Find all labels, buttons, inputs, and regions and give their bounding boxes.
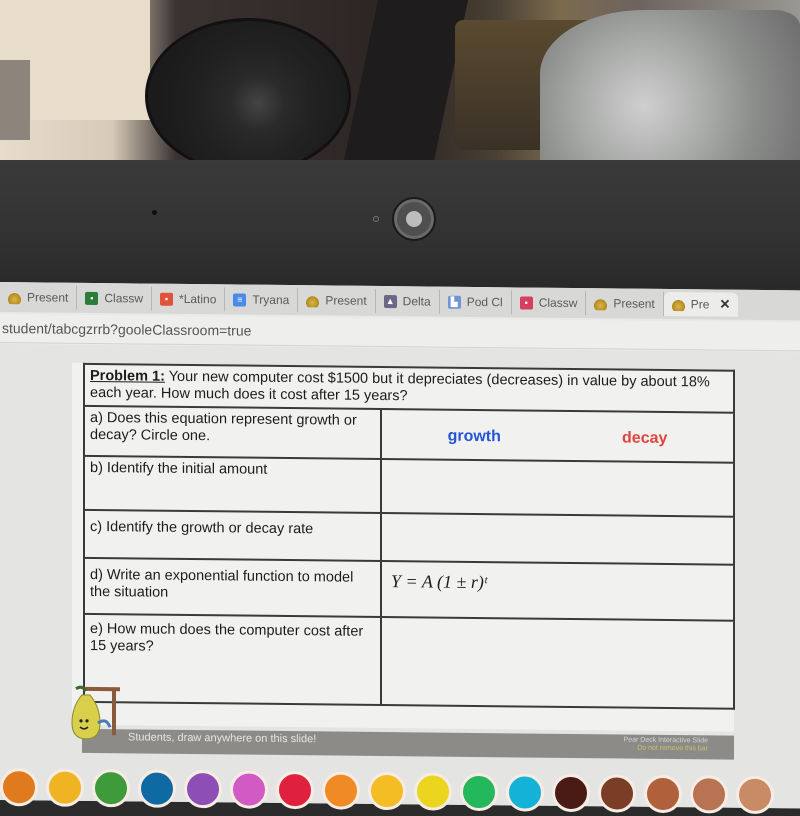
pear-deck-icon: [306, 293, 320, 307]
desk-fan: [145, 18, 351, 170]
answer-d[interactable]: Y = A (1 ± r)ᵗ: [381, 560, 734, 621]
draw-prompt: Students, draw anywhere on this slide!: [128, 731, 317, 746]
color-swatch[interactable]: [506, 773, 544, 812]
color-swatch[interactable]: [230, 770, 268, 809]
problem-text: Your new computer cost $1500 but it depr…: [90, 368, 710, 405]
tab-classwork-1[interactable]: ▪ Classw: [77, 285, 153, 311]
pear-deck-icon: [671, 297, 685, 311]
room-background-photo: [0, 0, 800, 170]
color-swatch[interactable]: [644, 774, 682, 814]
question-c: c) Identify the growth or decay rate: [84, 509, 381, 561]
tab-label: Delta: [402, 294, 431, 309]
pear-deck-icon: [594, 296, 608, 310]
question-a: a) Does this equation represent growth o…: [84, 405, 381, 459]
growth-choice[interactable]: growth: [448, 428, 501, 446]
color-swatch[interactable]: [736, 775, 774, 815]
google-docs-icon: ≡: [233, 292, 247, 307]
tab-label: Pre: [690, 297, 710, 312]
laptop-bezel: [0, 160, 800, 288]
camera-led: [373, 216, 379, 222]
decay-choice[interactable]: decay: [622, 430, 667, 447]
pear-deck-icon: [8, 290, 21, 304]
table-row: b) Identify the initial amount: [84, 455, 734, 517]
color-swatch[interactable]: [460, 772, 498, 812]
answer-c[interactable]: [381, 512, 734, 565]
table-row: e) How much does the computer cost after…: [84, 613, 734, 709]
pear-deck-slide-area[interactable]: Problem 1: Your new computer cost $1500 …: [0, 344, 800, 815]
problem-row: Problem 1: Your new computer cost $1500 …: [84, 363, 734, 413]
color-swatch[interactable]: [0, 768, 38, 807]
color-swatch[interactable]: [690, 775, 728, 814]
color-swatch[interactable]: [46, 768, 84, 807]
tab-present-active[interactable]: Pre ✕: [663, 291, 739, 317]
google-classroom-icon: ▪: [160, 292, 174, 306]
webcam-icon: [392, 197, 436, 241]
table-row: a) Does this equation represent growth o…: [84, 405, 734, 463]
worksheet-slide[interactable]: Problem 1: Your new computer cost $1500 …: [71, 362, 735, 760]
color-swatch[interactable]: [552, 773, 590, 813]
exponential-formula: Y = A (1 ± r)ᵗ: [391, 571, 487, 593]
tab-label: Tryana: [252, 292, 290, 308]
answer-a[interactable]: growth decay: [381, 408, 734, 463]
tab-label: Present: [27, 290, 69, 305]
problem-label: Problem 1:: [90, 367, 165, 385]
pear-deck-slide-label: Pear Deck Interactive Slide Do not remov…: [624, 737, 708, 754]
question-e: e) How much does the computer cost after…: [84, 613, 381, 705]
tab-label: Classw: [104, 291, 144, 306]
wall-vent: [0, 60, 30, 140]
microphone-hole: [152, 210, 157, 215]
fan-stand: [341, 0, 469, 170]
tab-label: *Latino: [179, 291, 217, 307]
question-d: d) Write an exponential function to mode…: [84, 557, 381, 617]
color-swatch[interactable]: [138, 769, 176, 808]
tab-pod[interactable]: ▙ Pod Cl: [439, 289, 512, 315]
tab-present-2[interactable]: Present: [298, 288, 376, 313]
tab-delta[interactable]: ▲ Delta: [375, 288, 440, 314]
tab-tryana[interactable]: ≡ Tryana: [225, 287, 299, 313]
tab-present-1[interactable]: Present: [0, 285, 78, 310]
tab-label: Pod Cl: [466, 294, 503, 310]
crumpled-paper: [540, 10, 800, 170]
worksheet-table: Problem 1: Your new computer cost $1500 …: [83, 363, 735, 710]
problem-statement: Problem 1: Your new computer cost $1500 …: [84, 363, 734, 413]
color-swatch[interactable]: [184, 769, 222, 809]
table-row: d) Write an exponential function to mode…: [84, 557, 734, 621]
answer-b[interactable]: [381, 458, 734, 517]
color-swatch[interactable]: [322, 771, 360, 810]
question-b: b) Identify the initial amount: [84, 455, 381, 513]
tab-label: Classw: [538, 295, 578, 311]
color-swatch[interactable]: [368, 771, 406, 811]
slide-warning-text: Do not remove this bar: [637, 744, 708, 753]
url-text[interactable]: student/tabcgzrrb?gooleClassroom=true: [2, 320, 251, 339]
tab-present-3[interactable]: Present: [586, 291, 664, 316]
tab-classwork-2[interactable]: ▪ Classw: [511, 290, 587, 316]
table-row: c) Identify the growth or decay rate: [84, 509, 734, 565]
tab-latino[interactable]: ▪ *Latino: [152, 286, 226, 312]
google-classroom-icon: ▪: [85, 291, 99, 305]
drawing-color-palette: [0, 768, 800, 816]
tab-label: Present: [613, 296, 655, 311]
chart-icon: ▙: [447, 295, 461, 309]
google-classroom-icon: ▪: [519, 295, 533, 310]
answer-e[interactable]: [381, 616, 734, 709]
pear-deck-draw-bar: Students, draw anywhere on this slide! P…: [82, 728, 734, 760]
deltamath-icon: ▲: [383, 294, 397, 308]
pear-mascot-icon: [71, 685, 120, 740]
close-tab-icon[interactable]: ✕: [719, 297, 730, 313]
color-swatch[interactable]: [92, 768, 130, 808]
color-swatch[interactable]: [414, 772, 452, 811]
color-swatch[interactable]: [598, 774, 636, 813]
tab-label: Present: [325, 293, 367, 308]
laptop-screen: Present ▪ Classw ▪ *Latino ≡ Tryana Present…: [0, 282, 800, 815]
color-swatch[interactable]: [276, 770, 314, 810]
